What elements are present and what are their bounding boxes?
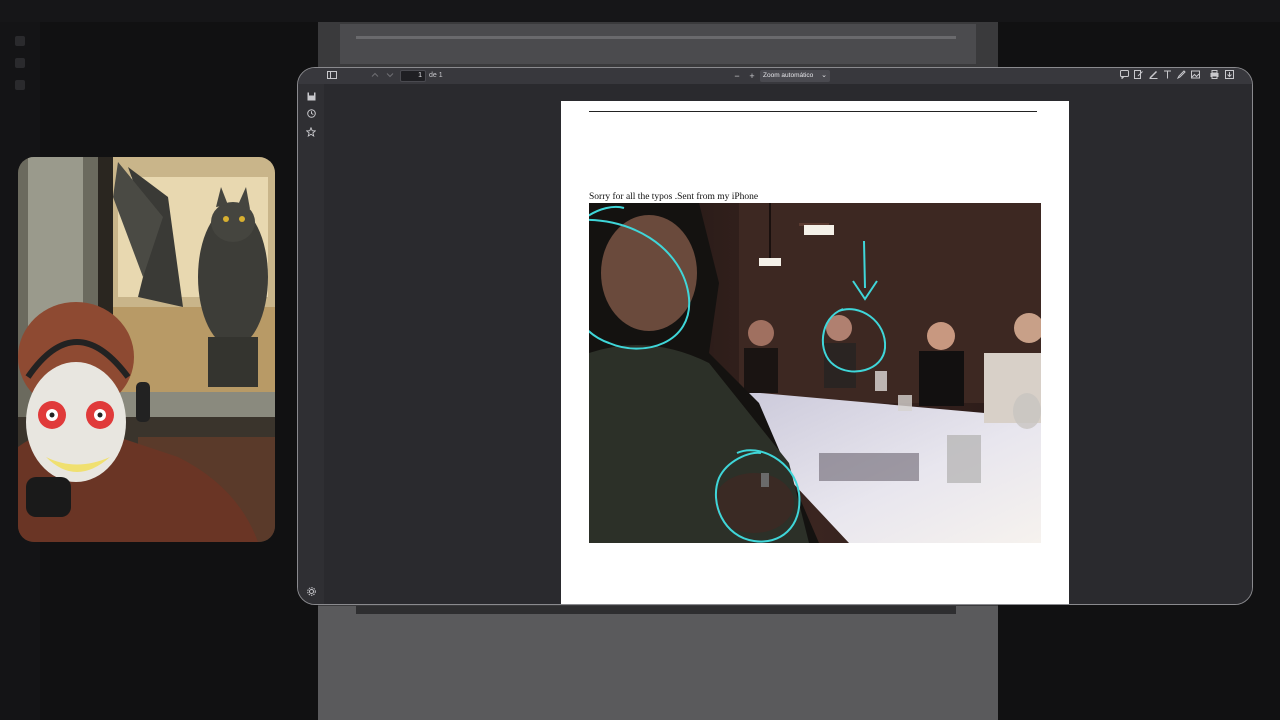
pdf-page: Sorry for all the typos .Sent from my iP… bbox=[561, 101, 1069, 604]
save-icon[interactable] bbox=[1223, 70, 1235, 82]
gear-icon[interactable] bbox=[305, 587, 317, 599]
zoom-out-button[interactable]: − bbox=[731, 70, 743, 82]
document-pane[interactable]: Sorry for all the typos .Sent from my iP… bbox=[324, 84, 1252, 604]
draw-pen-icon[interactable] bbox=[1175, 70, 1187, 82]
background-document-rule bbox=[356, 36, 956, 39]
zoom-in-button[interactable]: + bbox=[746, 70, 758, 82]
page-number-input[interactable]: 1 bbox=[400, 70, 426, 82]
text-icon[interactable] bbox=[1161, 70, 1173, 82]
chevron-up-icon[interactable] bbox=[369, 70, 381, 82]
chevron-down-icon[interactable] bbox=[384, 70, 396, 82]
zoom-select-value: Zoom automático bbox=[763, 72, 814, 79]
background-rail-icon bbox=[15, 36, 25, 46]
highlight-pen-icon[interactable] bbox=[1147, 70, 1159, 82]
save-icon[interactable] bbox=[305, 92, 317, 104]
history-icon[interactable] bbox=[305, 109, 317, 121]
star-icon[interactable] bbox=[305, 126, 317, 139]
comment-icon[interactable] bbox=[1118, 70, 1130, 82]
screen: 1 de 1 − + Zoom automático ⌄ Sorry for a… bbox=[0, 0, 1280, 720]
background-document-lower bbox=[318, 606, 998, 720]
viewer-sidebar bbox=[298, 84, 324, 604]
page-header-rule bbox=[589, 111, 1037, 112]
background-document-shadow bbox=[356, 606, 956, 614]
sidebar-toggle-icon[interactable] bbox=[326, 70, 338, 82]
background-rail-icon bbox=[15, 58, 25, 68]
print-icon[interactable] bbox=[1208, 70, 1220, 82]
image-icon[interactable] bbox=[1189, 70, 1201, 82]
dinner-table-photo bbox=[589, 203, 1041, 543]
webcam-overlay bbox=[18, 157, 275, 542]
chevron-down-icon: ⌄ bbox=[821, 72, 827, 79]
edit-note-icon[interactable] bbox=[1132, 70, 1144, 82]
page-count-label: de 1 bbox=[429, 72, 443, 79]
background-rail-icon bbox=[15, 80, 25, 90]
embedded-photo bbox=[589, 203, 1041, 543]
webcam-feed-image bbox=[18, 157, 275, 542]
background-top-bar bbox=[0, 0, 1280, 22]
page-caption-text: Sorry for all the typos .Sent from my iP… bbox=[589, 192, 759, 202]
viewer-toolbar: 1 de 1 − + Zoom automático ⌄ bbox=[298, 68, 1252, 84]
pdf-viewer-window: 1 de 1 − + Zoom automático ⌄ Sorry for a… bbox=[297, 67, 1253, 605]
zoom-select[interactable]: Zoom automático ⌄ bbox=[760, 70, 830, 82]
background-document-header bbox=[340, 24, 976, 64]
